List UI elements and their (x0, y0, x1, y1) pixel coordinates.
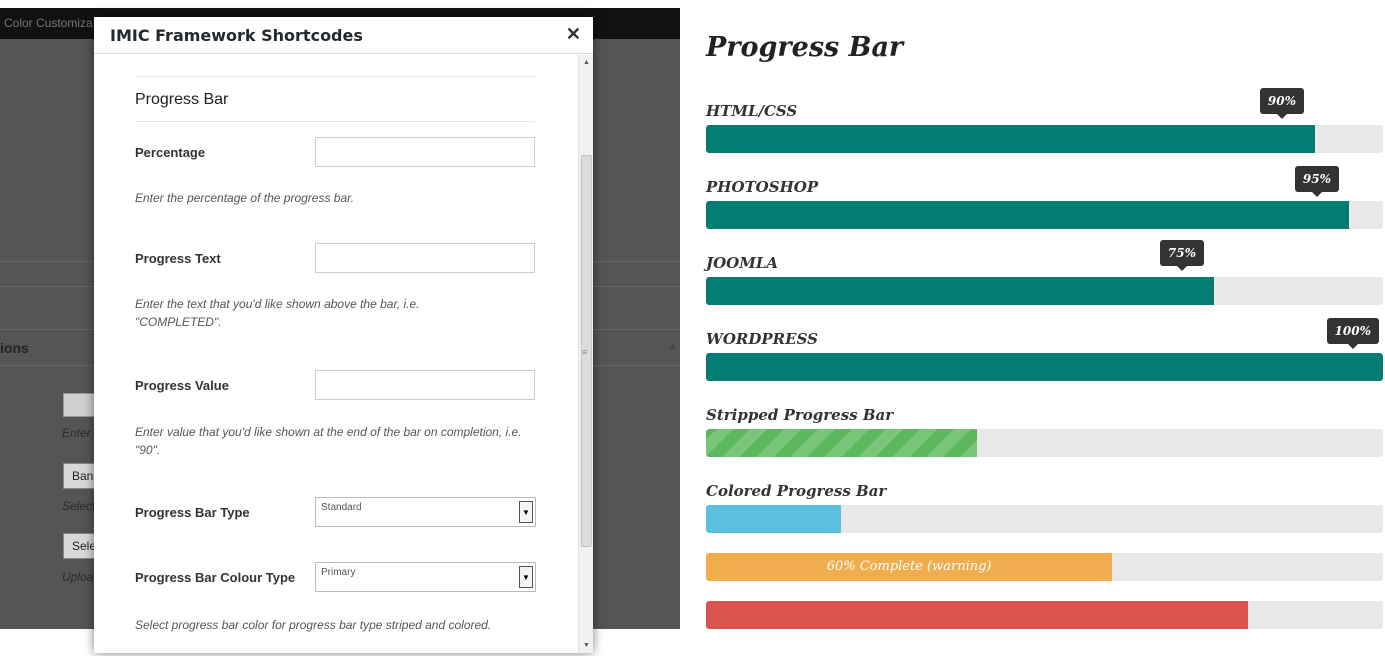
progress-fill-info (706, 505, 842, 533)
progress-text-label: Progress Text (135, 251, 221, 266)
colour-type-selected: Primary (321, 567, 356, 578)
progress-track (706, 353, 1383, 381)
progress-preview: Progress Bar HTML/CSS 90% PHOTOSHOP 95% … (680, 0, 1385, 656)
bar-tooltip-html-css: 90% (1259, 88, 1304, 119)
admin-help-text: Uploa (62, 570, 94, 584)
divider (135, 76, 535, 77)
bar-type-selected: Standard (321, 502, 362, 513)
progress-fill-joomla (706, 277, 1214, 305)
admin-section-title: ions (0, 340, 29, 356)
colour-type-select[interactable]: Primary ▼ (315, 562, 536, 592)
progress-fill-wordpress (706, 353, 1383, 381)
preview-heading: Progress Bar (706, 32, 904, 63)
progress-track: 60% Complete (warning) (706, 553, 1383, 581)
scroll-down-icon[interactable]: ▼ (583, 642, 590, 649)
progress-fill-danger (706, 601, 1248, 629)
admin-bg-title: Color Customiza (4, 16, 93, 30)
modal-title: IMIC Framework Shortcodes (110, 26, 363, 45)
admin-screenshot: Color Customiza ions ▲ Enter Ban Select … (0, 0, 680, 656)
percentage-label: Percentage (135, 145, 206, 160)
bar-label-photoshop: PHOTOSHOP (706, 178, 819, 196)
progress-text-help: Enter the text that you'd like shown abo… (135, 297, 420, 329)
admin-help-text: Enter (62, 426, 91, 440)
divider (135, 121, 535, 122)
progress-track (706, 601, 1383, 629)
colored-bar-label: Colored Progress Bar (706, 482, 887, 500)
bar-label-wordpress: WORDPRESS (706, 330, 818, 348)
progress-track (706, 201, 1383, 229)
percentage-help: Enter the percentage of the progress bar… (135, 191, 355, 205)
progress-fill-warning: 60% Complete (warning) (706, 553, 1113, 581)
progress-track (706, 277, 1383, 305)
progress-value-help: Enter value that you'd like shown at the… (135, 425, 522, 457)
bar-tooltip-photoshop: 95% (1294, 166, 1339, 197)
admin-help-text: Select (62, 499, 96, 513)
modal-header: IMIC Framework Shortcodes ✕ (94, 17, 593, 54)
bar-tooltip-wordpress: 100% (1326, 318, 1379, 349)
grip-icon: ≡ (582, 347, 588, 357)
shortcode-modal: IMIC Framework Shortcodes ✕ Progress Bar… (94, 17, 593, 653)
progress-fill-striped (706, 429, 977, 457)
colour-type-label: Progress Bar Colour Type (135, 570, 296, 585)
modal-scrollbar[interactable]: ▲ ≡ ▼ (578, 55, 593, 653)
scroll-up-icon[interactable]: ▲ (583, 59, 590, 66)
chevron-down-icon[interactable]: ▼ (519, 501, 533, 523)
colour-type-help: Select progress bar color for progress b… (135, 618, 492, 632)
progress-value-label: Progress Value (135, 378, 229, 393)
chevron-down-icon[interactable]: ▼ (519, 566, 533, 588)
bar-type-label: Progress Bar Type (135, 505, 250, 520)
striped-bar-label: Stripped Progress Bar (706, 406, 894, 424)
section-heading: Progress Bar (135, 91, 229, 108)
bar-type-select[interactable]: Standard ▼ (315, 497, 536, 527)
progress-track (706, 125, 1383, 153)
progress-track (706, 505, 1383, 533)
close-icon[interactable]: ✕ (566, 24, 581, 45)
bar-label-joomla: JOOMLA (706, 254, 779, 272)
percentage-input[interactable] (315, 137, 535, 167)
bar-label-html-css: HTML/CSS (706, 102, 798, 120)
bar-tooltip-joomla: 75% (1159, 240, 1204, 271)
progress-fill-photoshop (706, 201, 1350, 229)
progress-value-input[interactable] (315, 370, 535, 400)
progress-fill-html-css (706, 125, 1316, 153)
collapse-arrow-icon: ▲ (668, 341, 677, 351)
modal-body: Progress Bar Percentage Enter the percen… (94, 55, 578, 653)
progress-track (706, 429, 1383, 457)
progress-text-input[interactable] (315, 243, 535, 273)
